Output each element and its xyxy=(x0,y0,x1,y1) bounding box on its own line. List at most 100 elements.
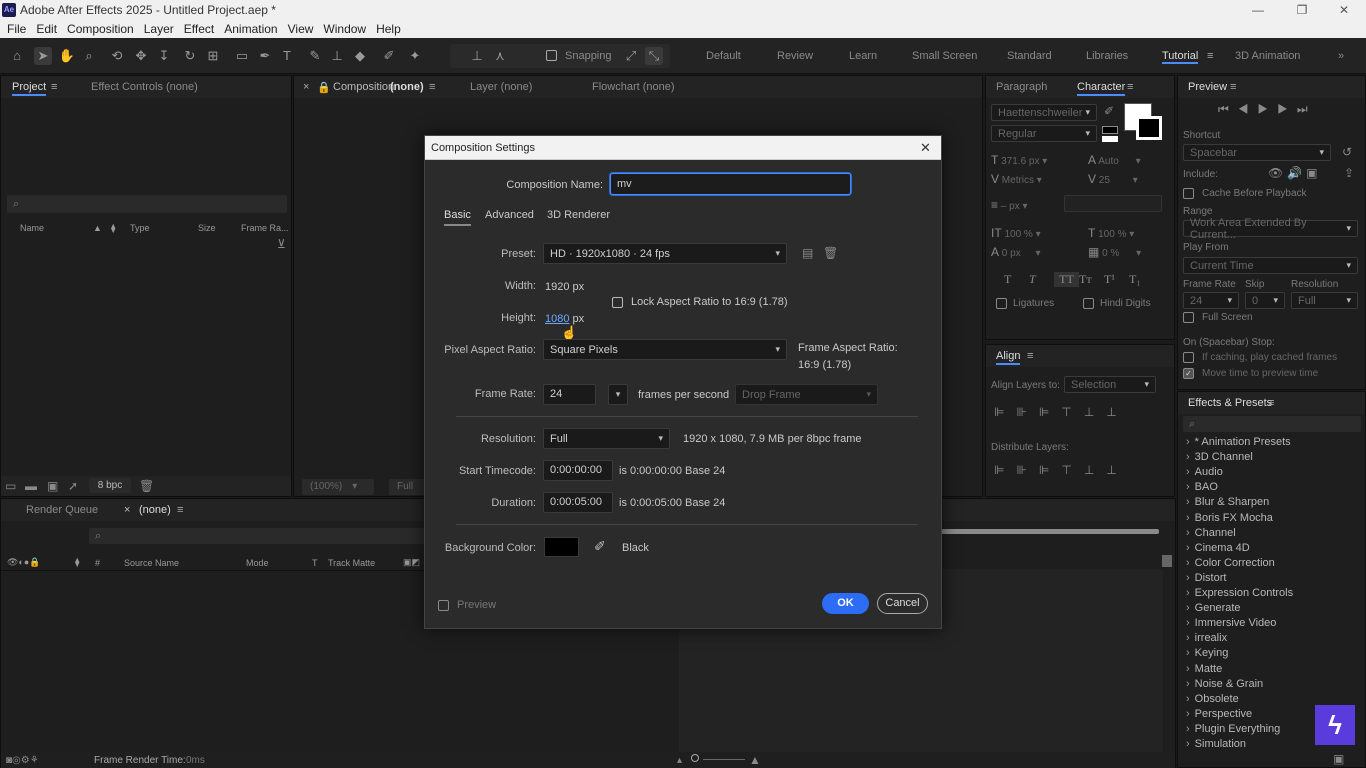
range-dropdown[interactable]: Work Area Extended By Current... ▾ xyxy=(1183,217,1358,241)
reset-icon[interactable]: ↺ xyxy=(1342,145,1352,159)
shortcut-dropdown[interactable]: Spacebar ▾ xyxy=(1183,144,1331,161)
frame-rate-input[interactable]: 24 xyxy=(543,384,596,405)
start-timecode-input[interactable]: 0:00:00:00 xyxy=(543,460,613,481)
effects-category-item[interactable]: › Audio xyxy=(1186,466,1223,478)
workspace-review[interactable]: Review xyxy=(777,50,813,62)
all-caps-button[interactable]: TT xyxy=(1054,272,1079,287)
effects-category-item[interactable]: › BAO xyxy=(1186,481,1218,493)
timeline-menu-icon[interactable]: ≡ xyxy=(177,504,183,516)
puppet-pin-icon[interactable]: ✦ xyxy=(406,47,424,65)
menu-animation[interactable]: Animation xyxy=(224,22,277,36)
effects-category-item[interactable]: › Perspective xyxy=(1186,708,1252,720)
clone-stamp-icon[interactable]: ⊥ xyxy=(328,47,346,65)
tab-effects-presets[interactable]: Effects & Presets xyxy=(1188,397,1272,409)
preview-option[interactable]: Preview xyxy=(438,599,496,611)
effects-category-item[interactable]: › Simulation xyxy=(1186,738,1246,750)
duration-input[interactable]: 0:00:05:00 xyxy=(543,492,613,513)
effects-category-item[interactable]: › irrealix xyxy=(1186,632,1227,644)
stroke-width-field[interactable]: ≡ – px ▾ xyxy=(991,198,1028,212)
effects-category-item[interactable]: › Cinema 4D xyxy=(1186,542,1250,554)
workspace-menu-icon[interactable]: ≡ xyxy=(1207,50,1213,62)
move-time-option[interactable]: ✓ Move time to preview time xyxy=(1183,368,1318,379)
subscript-button[interactable]: T₁ xyxy=(1129,272,1154,287)
comp-name-input[interactable]: mv xyxy=(610,173,851,195)
ok-button[interactable]: OK xyxy=(822,593,869,614)
frame-rate-dropdown[interactable]: ▾ xyxy=(608,384,628,405)
kerning-field[interactable]: V Metrics ▾ xyxy=(991,172,1042,186)
lock-aspect-ratio-option[interactable]: Lock Aspect Ratio to 16:9 (1.78) xyxy=(612,296,788,308)
align-buttons-icon[interactable]: ⊫⊪⊫⊤⊥⊥ xyxy=(994,405,1129,419)
project-menu-icon[interactable]: ≡ xyxy=(51,81,57,93)
pan-tool-icon[interactable]: ✥ xyxy=(132,47,150,65)
axis-world-icon[interactable]: ⋏ xyxy=(491,47,509,65)
stroke-color-swatch[interactable] xyxy=(1136,116,1162,140)
zoom-slider-track[interactable] xyxy=(703,759,745,760)
tab-paragraph[interactable]: Paragraph xyxy=(996,81,1047,93)
preview-resolution-dropdown[interactable]: Full ▾ xyxy=(1291,292,1358,309)
new-folder-icon[interactable]: ▬ xyxy=(25,479,37,493)
adobe-media-encoder-icon[interactable]: ➚ xyxy=(68,479,78,493)
tab-flowchart[interactable]: Flowchart (none) xyxy=(592,81,675,93)
maximize-icon[interactable]: ❐ xyxy=(1294,2,1310,18)
export-icon[interactable]: ⇪ xyxy=(1344,166,1354,180)
workspace-standard[interactable]: Standard xyxy=(1007,50,1052,62)
menu-composition[interactable]: Composition xyxy=(67,22,134,36)
more-workspaces-icon[interactable]: » xyxy=(1338,50,1344,62)
resolution-dropdown[interactable]: Full ▾ xyxy=(543,428,670,449)
close-timeline-tab-icon[interactable]: × xyxy=(124,504,130,516)
resolution-dropdown[interactable]: Full xyxy=(389,479,425,495)
tab-align[interactable]: Align xyxy=(996,350,1021,365)
cache-before-playback-option[interactable]: Cache Before Playback xyxy=(1183,188,1307,199)
comp-menu-icon[interactable]: ≡ xyxy=(429,81,435,93)
snap-edges-icon[interactable]: ⤢ xyxy=(622,47,640,65)
column-source-name[interactable]: Source Name xyxy=(124,558,179,568)
menu-edit[interactable]: Edit xyxy=(36,22,57,36)
new-bin-icon[interactable]: ▣ xyxy=(1333,752,1344,766)
tab-preview[interactable]: Preview xyxy=(1188,81,1227,93)
workspace-learn[interactable]: Learn xyxy=(849,50,877,62)
eraser-tool-icon[interactable]: ◆ xyxy=(351,47,369,65)
font-size-field[interactable]: T 371.6 px ▾ xyxy=(991,153,1047,167)
workspace-default[interactable]: Default xyxy=(706,50,741,62)
effects-category-item[interactable]: › Generate xyxy=(1186,602,1241,614)
leading-field[interactable]: A Auto ▾ xyxy=(1088,153,1141,167)
tab-layer[interactable]: Layer (none) xyxy=(470,81,532,93)
eyedropper-icon[interactable]: ✐ xyxy=(594,538,606,555)
background-color-swatch[interactable] xyxy=(544,537,579,557)
rotation-tool-icon[interactable]: ↻ xyxy=(181,47,199,65)
save-preset-icon[interactable]: ▤ xyxy=(802,246,813,260)
effects-category-item[interactable]: › Expression Controls xyxy=(1186,587,1293,599)
column-size[interactable]: Size xyxy=(198,223,216,233)
baseline-shift-field[interactable]: A 0 px ▾ xyxy=(991,245,1041,259)
preview-menu-icon[interactable]: ≡ xyxy=(1230,81,1236,93)
eyedropper-icon[interactable]: ✐ xyxy=(1104,104,1114,118)
menu-layer[interactable]: Layer xyxy=(144,22,174,36)
preset-dropdown[interactable]: HD · 1920x1080 · 24 fps ▾ xyxy=(543,243,787,264)
column-name[interactable]: Name xyxy=(20,223,44,233)
tab-composition[interactable]: Composition xyxy=(333,81,394,93)
effects-category-item[interactable]: › Matte xyxy=(1186,663,1222,675)
column-track-matte[interactable]: Track Matte xyxy=(328,558,375,568)
project-search-input[interactable]: ⌕ xyxy=(7,195,287,213)
column-t[interactable]: T xyxy=(312,558,318,568)
close-comp-tab-icon[interactable]: × xyxy=(303,81,309,93)
effects-category-item[interactable]: › Channel xyxy=(1186,527,1236,539)
height-field[interactable]: 1080 px xyxy=(545,313,584,325)
small-caps-button[interactable]: Tт xyxy=(1079,272,1104,287)
tab-basic[interactable]: Basic xyxy=(444,209,471,226)
effects-category-item[interactable]: › Keying xyxy=(1186,647,1228,659)
workspace-tutorial[interactable]: Tutorial xyxy=(1162,50,1199,64)
full-screen-option[interactable]: Full Screen xyxy=(1183,312,1253,323)
effects-category-item[interactable]: › Immersive Video xyxy=(1186,617,1276,629)
effects-menu-icon[interactable]: ≡ xyxy=(1268,397,1274,409)
cancel-button[interactable]: Cancel xyxy=(877,593,928,614)
render-switches-icon[interactable]: ◙◎⚙⚘ xyxy=(6,755,39,766)
play-from-dropdown[interactable]: Current Time ▾ xyxy=(1183,257,1358,274)
magnification-dropdown[interactable]: (100%) ▾ xyxy=(302,479,374,495)
workspace-small-screen[interactable]: Small Screen xyxy=(912,50,977,62)
zoom-tool-icon[interactable]: ⌕ xyxy=(80,47,98,65)
axis-local-icon[interactable]: ⊥ xyxy=(468,47,486,65)
dialog-close-icon[interactable]: ✕ xyxy=(920,140,931,156)
effects-category-item[interactable]: › * Animation Presets xyxy=(1186,436,1291,448)
tab-render-queue[interactable]: Render Queue xyxy=(26,504,98,516)
